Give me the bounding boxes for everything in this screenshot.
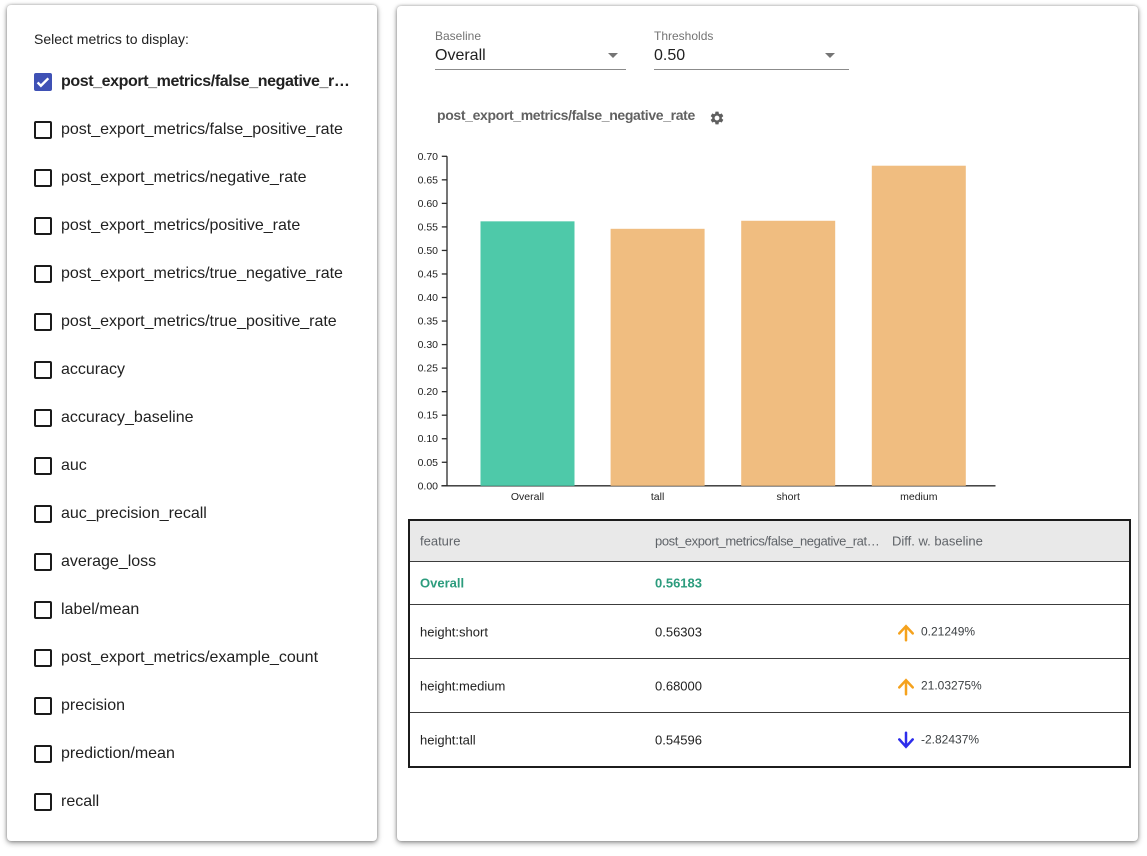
svg-text:0.45: 0.45	[418, 268, 439, 280]
svg-text:0.70: 0.70	[418, 151, 439, 163]
svg-text:short: short	[777, 491, 800, 503]
svg-text:0.15: 0.15	[418, 410, 439, 422]
svg-text:0.05: 0.05	[418, 457, 439, 469]
svg-text:tall: tall	[651, 491, 664, 503]
svg-text:0.20: 0.20	[418, 386, 439, 398]
svg-text:0.50: 0.50	[418, 245, 439, 257]
svg-text:0.60: 0.60	[418, 198, 439, 210]
svg-text:0.00: 0.00	[418, 480, 439, 492]
svg-text:medium: medium	[900, 491, 938, 503]
svg-text:0.10: 0.10	[418, 433, 439, 445]
svg-text:0.25: 0.25	[418, 363, 439, 375]
svg-text:0.65: 0.65	[418, 174, 439, 186]
svg-text:Overall: Overall	[511, 491, 544, 503]
svg-text:0.35: 0.35	[418, 316, 439, 328]
svg-text:0.40: 0.40	[418, 292, 439, 304]
svg-text:0.55: 0.55	[418, 221, 439, 233]
svg-text:0.30: 0.30	[418, 339, 439, 351]
